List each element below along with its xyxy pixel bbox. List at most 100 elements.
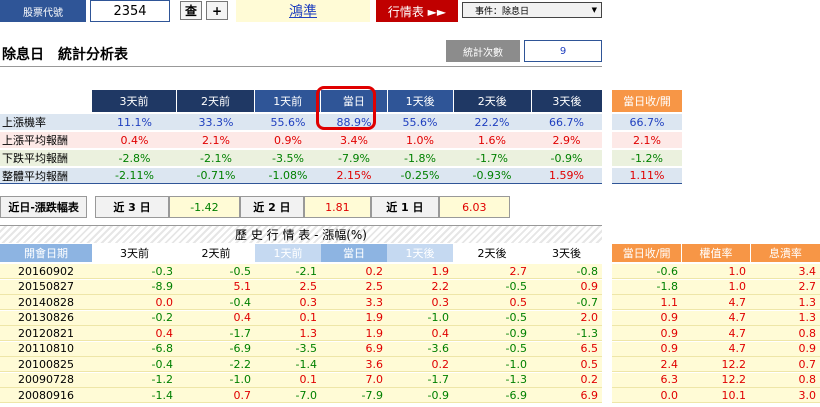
history-side-cell: 1.3 <box>798 311 817 324</box>
stats-cell: -2.1% <box>200 151 232 165</box>
history-cell: 3.6 <box>365 357 384 371</box>
history-header: 1天前 <box>255 244 321 262</box>
history-date: 20110810 <box>18 342 74 355</box>
history-cell: 2.2 <box>431 280 450 293</box>
stats-side-cell: -1.2% <box>612 150 682 166</box>
history-cell: -1.3 <box>576 326 598 340</box>
stats-cell: -0.25% <box>400 169 440 182</box>
history-cell: 1.9 <box>365 326 384 340</box>
stat-count-label: 統計次數 <box>446 40 520 62</box>
history-row: 20080916 -1.4 0.7 -7.0 -7.9 -0.9 -6.9 6.9 <box>0 388 602 403</box>
history-cell: 0.1 <box>299 311 318 324</box>
history-header-row: 開會日期 3天前 2天前 1天前 當日 1天後 2天後 3天後 <box>0 244 602 262</box>
history-row: 20130826 -0.2 0.4 0.1 1.9 -1.0 -0.5 2.0 <box>0 310 602 326</box>
stats-side-cell: 1.11% <box>612 168 682 184</box>
history-cell: -0.4 <box>151 357 173 371</box>
history-row: 20110810 -6.8 -6.9 -3.5 6.9 -3.6 -0.5 6.5 <box>0 341 602 357</box>
history-cell: -6.8 <box>151 342 173 355</box>
history-cell: -2.1 <box>295 264 317 278</box>
stats-header-3d-after: 3天後 <box>531 90 602 112</box>
stats-cell: -0.71% <box>196 169 236 182</box>
stats-cell: 1.6% <box>478 133 506 147</box>
history-side-cell: 2.7 <box>798 280 817 293</box>
history-side-cell: 4.7 <box>728 342 747 355</box>
history-cell: 1.9 <box>365 311 384 324</box>
search-button[interactable]: 查 <box>180 1 202 20</box>
history-cell: 0.4 <box>431 326 450 340</box>
history-cell: 0.3 <box>431 295 450 309</box>
history-cell: -1.7 <box>427 373 449 386</box>
add-button[interactable]: + <box>206 1 228 20</box>
event-select-value: 事件：除息日 <box>475 6 530 17</box>
stats-cell: 3.4% <box>340 133 368 147</box>
recent-3d-value: -1.42 <box>168 196 241 218</box>
history-cell: 3.3 <box>365 295 384 309</box>
recent-change-label: 近日-漲跌幅表 <box>0 196 88 218</box>
history-title: 歷 史 行 情 表 - 漲幅(%) <box>0 225 602 243</box>
history-side-row: 6.3 12.2 0.8 <box>612 372 820 388</box>
stats-cell: 66.7% <box>549 115 584 129</box>
history-date: 20160902 <box>18 264 74 278</box>
history-side-cell: 0.9 <box>660 342 679 355</box>
history-cell: -0.3 <box>151 264 173 278</box>
stat-count-value: 9 <box>524 40 602 62</box>
history-date: 20100825 <box>18 357 74 371</box>
history-cell: -1.4 <box>295 357 317 371</box>
history-side-cell: -0.6 <box>656 264 678 278</box>
history-cell: -7.0 <box>295 388 317 402</box>
history-side-cell: 0.9 <box>660 326 679 340</box>
stats-cell: 2.15% <box>336 169 372 182</box>
stats-row-label: 下跌平均報酬 <box>2 152 68 165</box>
history-cell: -1.0 <box>229 373 251 386</box>
stats-cell: 33.3% <box>198 115 234 129</box>
recent-1d-value: 6.03 <box>438 196 511 218</box>
history-row: 20150827 -8.9 5.1 2.5 2.5 2.2 -0.5 0.9 <box>0 279 602 295</box>
history-cell: 0.4 <box>155 326 174 340</box>
page-title: 除息日 統計分析表 <box>2 47 128 63</box>
history-cell: 0.3 <box>299 295 318 309</box>
history-row: 20120821 0.4 -1.7 1.3 1.9 0.4 -0.9 -1.3 <box>0 326 602 341</box>
stats-row-down-avg: 下跌平均報酬 -2.8% -2.1% -3.5% -7.9% -1.8% -1.… <box>0 150 602 166</box>
stats-cell: 55.6% <box>270 115 306 129</box>
history-date: 20150827 <box>18 280 74 293</box>
stats-row-label: 上漲機率 <box>2 116 46 129</box>
history-side-cell: 12.2 <box>721 357 747 371</box>
stock-code-label: 股票代號 <box>0 0 86 22</box>
history-side-cell: 1.3 <box>798 295 817 309</box>
history-cell: -0.7 <box>576 295 598 309</box>
history-cell: 2.5 <box>365 280 384 293</box>
stats-side-cell: 2.1% <box>612 132 682 148</box>
history-date: 20080916 <box>18 388 74 402</box>
stats-header-1d-after: 1天後 <box>387 90 454 112</box>
history-cell: -0.8 <box>576 264 598 278</box>
history-row: 20100825 -0.4 -2.2 -1.4 3.6 0.2 -1.0 0.5 <box>0 357 602 372</box>
history-side-cell: 0.9 <box>660 311 679 324</box>
stock-code-input[interactable]: 2354 <box>90 0 170 22</box>
history-side-cell: 0.0 <box>660 388 679 402</box>
event-select[interactable]: 事件：除息日 ▼ <box>462 2 602 18</box>
history-cell: -3.5 <box>295 342 317 355</box>
history-side-cell: 0.9 <box>798 342 817 355</box>
history-side-cell: 4.7 <box>728 326 747 340</box>
market-table-button[interactable]: 行情表 ►► <box>376 0 458 22</box>
history-cell: 0.0 <box>155 295 174 309</box>
history-cell: 0.1 <box>299 373 318 386</box>
history-date: 20140828 <box>18 295 74 309</box>
history-cell: 7.0 <box>365 373 384 386</box>
history-cell: -1.0 <box>427 311 449 324</box>
history-cell: -3.6 <box>427 342 449 355</box>
history-cell: 2.5 <box>299 280 318 293</box>
stock-name-link[interactable]: 鴻準 <box>236 0 370 22</box>
stats-cell: -7.9% <box>338 151 370 165</box>
history-cell: -1.7 <box>229 326 251 340</box>
history-side-cell: 12.2 <box>721 373 747 386</box>
history-side-cell: -1.8 <box>656 280 678 293</box>
stats-cell: 0.4% <box>120 133 149 147</box>
history-cell: -0.5 <box>505 342 527 355</box>
history-row: 20160902 -0.3 -0.5 -2.1 0.2 1.9 2.7 -0.8 <box>0 264 602 279</box>
history-side-cell: 0.8 <box>798 373 817 386</box>
stats-row-up-prob: 上漲機率 11.1% 33.3% 55.6% 88.9% 55.6% 22.2%… <box>0 114 602 130</box>
history-cell: 0.2 <box>431 357 450 371</box>
stats-cell: 1.0% <box>406 133 434 147</box>
history-cell: -0.5 <box>229 264 251 278</box>
